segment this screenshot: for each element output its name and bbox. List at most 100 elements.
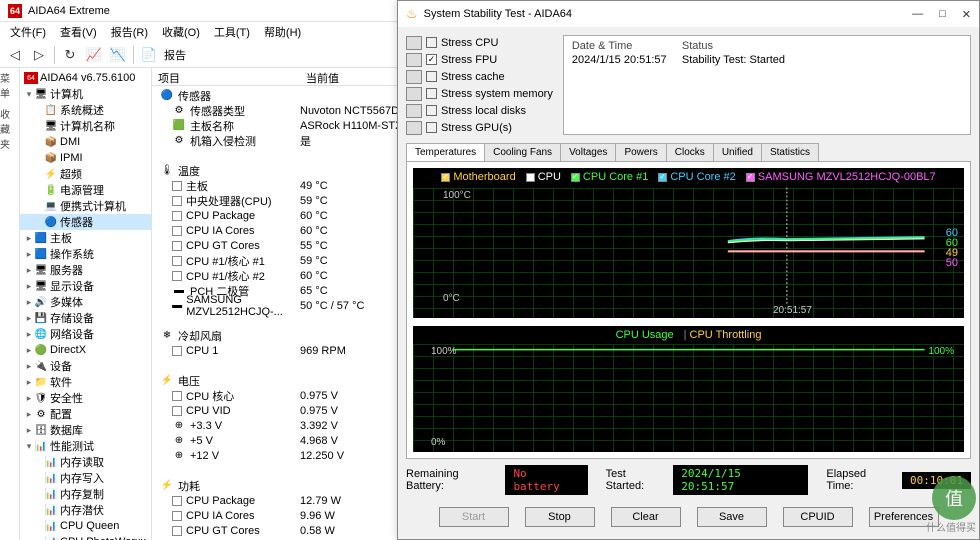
tree-item[interactable]: 📦DMI: [20, 134, 151, 150]
tree-item[interactable]: ▸🔊多媒体: [20, 294, 151, 310]
menu-item[interactable]: 收藏(O): [156, 22, 206, 42]
expand-icon[interactable]: ▸: [24, 281, 34, 292]
tab-favorites[interactable]: 收藏夹: [0, 106, 19, 151]
tree-item[interactable]: ▸🟦主板: [20, 230, 151, 246]
tree-item[interactable]: 📦IPMI: [20, 150, 151, 166]
tree-item[interactable]: 📊CPU PhotoWorxx: [20, 534, 151, 540]
tree-item[interactable]: 🖥计算机名称: [20, 118, 151, 134]
legend-checkbox[interactable]: [526, 173, 535, 182]
legend-item[interactable]: CPU Core #2: [658, 171, 735, 183]
tab-voltages[interactable]: Voltages: [560, 143, 616, 161]
menu-item[interactable]: 文件(F): [4, 22, 52, 42]
refresh-icon[interactable]: ↻: [61, 46, 79, 64]
menu-item[interactable]: 报告(R): [105, 22, 154, 42]
cpuid-button[interactable]: CPUID: [783, 507, 853, 527]
expand-icon[interactable]: ▾: [24, 89, 34, 100]
col-item[interactable]: 项目: [152, 68, 300, 85]
tree-item[interactable]: ⚡超频: [20, 166, 151, 182]
tree-item[interactable]: ▸🖥服务器: [20, 262, 151, 278]
legend-checkbox[interactable]: [571, 173, 580, 182]
forward-icon[interactable]: ▷: [30, 46, 48, 64]
stress-option[interactable]: Stress system memory: [406, 86, 553, 101]
tab-statistics[interactable]: Statistics: [761, 143, 819, 161]
tree-item[interactable]: ▸🟦操作系统: [20, 246, 151, 262]
tree-item[interactable]: ▸🔌设备: [20, 358, 151, 374]
expand-icon[interactable]: ▸: [24, 425, 34, 436]
legend-checkbox[interactable]: [658, 173, 667, 182]
legend-item[interactable]: CPU: [526, 171, 561, 183]
stress-option[interactable]: Stress local disks: [406, 103, 553, 118]
tree-item[interactable]: 🔵传感器: [20, 214, 151, 230]
expand-icon[interactable]: ▸: [24, 233, 34, 244]
tree-item[interactable]: ▸🗄数据库: [20, 422, 151, 438]
expand-icon[interactable]: ▸: [24, 297, 34, 308]
maximize-icon[interactable]: □: [939, 8, 946, 21]
tree-item[interactable]: ▸🛡安全性: [20, 390, 151, 406]
tab-powers[interactable]: Powers: [615, 143, 666, 161]
expand-icon[interactable]: ▸: [24, 409, 34, 420]
expand-icon[interactable]: ▸: [24, 393, 34, 404]
tree-item[interactable]: ▸🌐网络设备: [20, 326, 151, 342]
tab-menu[interactable]: 菜单: [0, 70, 19, 100]
close-icon[interactable]: ✕: [962, 8, 971, 21]
tree-item[interactable]: 🔋电源管理: [20, 182, 151, 198]
legend-item[interactable]: Motherboard: [441, 171, 515, 183]
menu-item[interactable]: 查看(V): [54, 22, 103, 42]
expand-icon[interactable]: ▸: [24, 313, 34, 324]
stress-option[interactable]: Stress cache: [406, 69, 553, 84]
expand-icon[interactable]: ▸: [24, 329, 34, 340]
chart-icon[interactable]: 📉: [109, 46, 127, 64]
save-button[interactable]: Save: [697, 507, 767, 527]
checkbox[interactable]: [426, 37, 437, 48]
expand-icon[interactable]: ▸: [24, 345, 34, 356]
tree-item[interactable]: ▾📊性能测试: [20, 438, 151, 454]
checkbox[interactable]: [426, 122, 437, 133]
battery-value: No battery: [505, 465, 587, 495]
stress-option[interactable]: Stress CPU: [406, 35, 553, 50]
minimize-icon[interactable]: —: [912, 8, 923, 21]
tab-clocks[interactable]: Clocks: [666, 143, 714, 161]
tree-item[interactable]: ▸🟢DirectX: [20, 342, 151, 358]
menu-item[interactable]: 工具(T): [208, 22, 256, 42]
tab-cooling-fans[interactable]: Cooling Fans: [484, 143, 561, 161]
doc-icon[interactable]: 📄: [140, 46, 158, 64]
checkbox[interactable]: [426, 54, 437, 65]
legend-item[interactable]: CPU Core #1: [571, 171, 648, 183]
tree-item[interactable]: 📊内存潜伏: [20, 502, 151, 518]
legend-checkbox[interactable]: [441, 173, 450, 182]
tree-item[interactable]: ▸💾存储设备: [20, 310, 151, 326]
tree-item[interactable]: ▸⚙配置: [20, 406, 151, 422]
clear-button[interactable]: Clear: [611, 507, 681, 527]
expand-icon[interactable]: ▸: [24, 361, 34, 372]
tree-item[interactable]: ▸🖥显示设备: [20, 278, 151, 294]
stress-option[interactable]: Stress GPU(s): [406, 120, 553, 135]
report-icon[interactable]: 📈: [85, 46, 103, 64]
menu-item[interactable]: 帮助(H): [258, 22, 307, 42]
checkbox[interactable]: [426, 71, 437, 82]
stress-option[interactable]: Stress FPU: [406, 52, 553, 67]
expand-icon[interactable]: ▸: [24, 265, 34, 276]
legend-item[interactable]: SAMSUNG MZVL2512HCJQ-00BL7: [746, 171, 936, 183]
tab-unified[interactable]: Unified: [713, 143, 762, 161]
back-icon[interactable]: ◁: [6, 46, 24, 64]
tree-item[interactable]: 📊CPU Queen: [20, 518, 151, 534]
stability-titlebar[interactable]: ♨ System Stability Test - AIDA64 — □ ✕: [398, 1, 979, 27]
tree-item[interactable]: ▾🖥计算机: [20, 86, 151, 102]
toolbar-report-label[interactable]: 报告: [164, 47, 186, 63]
tree-item[interactable]: 📊内存写入: [20, 470, 151, 486]
stop-button[interactable]: Stop: [525, 507, 595, 527]
tree-item[interactable]: 📊内存复制: [20, 486, 151, 502]
tree-item[interactable]: 💻便携式计算机: [20, 198, 151, 214]
expand-icon[interactable]: ▸: [24, 377, 34, 388]
legend-checkbox[interactable]: [746, 173, 755, 182]
col-value[interactable]: 当前值: [300, 68, 345, 85]
expand-icon[interactable]: ▸: [24, 249, 34, 260]
tab-temperatures[interactable]: Temperatures: [406, 143, 485, 161]
tree-root[interactable]: 64 AIDA64 v6.75.6100: [20, 70, 151, 86]
tree-item[interactable]: ▸📁软件: [20, 374, 151, 390]
tree-item[interactable]: 📋系统概述: [20, 102, 151, 118]
checkbox[interactable]: [426, 88, 437, 99]
checkbox[interactable]: [426, 105, 437, 116]
expand-icon[interactable]: ▾: [24, 441, 34, 452]
tree-item[interactable]: 📊内存读取: [20, 454, 151, 470]
